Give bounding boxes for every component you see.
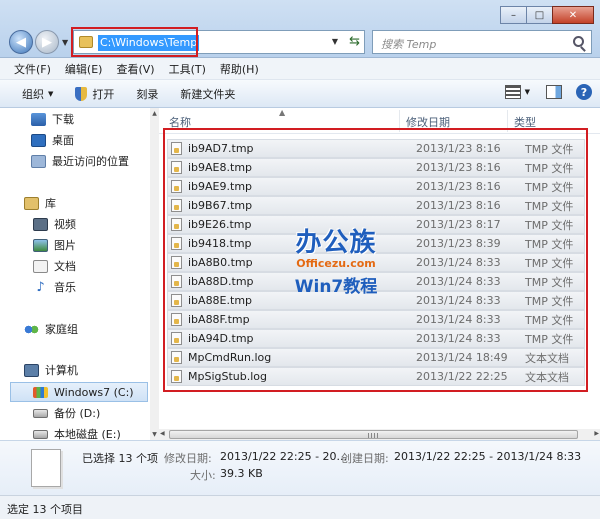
organize-label: 组织 (22, 87, 44, 101)
shield-icon (75, 86, 88, 101)
horizontal-scrollbar[interactable]: ◀ ▶ (159, 429, 600, 440)
view-options-icon[interactable] (504, 85, 521, 99)
grip-icon (368, 433, 378, 438)
sidebar-item-label: 计算机 (45, 364, 78, 377)
organize-button[interactable]: 组织 ▼ (22, 86, 53, 102)
toolbar-right: ▼ ? (504, 84, 592, 100)
address-highlight-box (71, 27, 198, 57)
search-input[interactable]: 搜索 Temp (381, 36, 436, 52)
scroll-down-icon[interactable]: ▼ (150, 431, 159, 438)
sidebar-item-label: 家庭组 (45, 323, 78, 336)
sidebar-item-label: 音乐 (54, 281, 76, 294)
drive-icon (33, 408, 48, 418)
sidebar-item-label: 图片 (54, 239, 76, 252)
maximize-button[interactable]: □ (526, 6, 553, 24)
selection-highlight-box (163, 128, 588, 392)
file-list-pane: ▲ 名称 修改日期 类型 ib9AD7.tmp 2013/1/23 8:16 T… (159, 108, 600, 440)
homegroup-icon (24, 322, 39, 336)
modified-value: 2013/1/22 22:25 - 20... (220, 450, 348, 463)
forward-button[interactable]: ▶ (35, 30, 59, 54)
title-bar: – □ ✕ ◀ ▶ ▼ C:\Windows\Temp ▼ ⇆ 搜索 Temp (0, 0, 600, 58)
burn-label: 刻录 (136, 87, 159, 101)
address-dropdown-icon[interactable]: ▼ (332, 37, 338, 46)
drive-icon (33, 429, 48, 439)
burn-button[interactable]: 刻录 (136, 86, 158, 102)
scroll-up-icon[interactable]: ▲ (150, 110, 159, 117)
size-value: 39.3 KB (220, 467, 263, 480)
picture-icon (33, 238, 48, 252)
scroll-left-icon[interactable]: ◀ (160, 430, 165, 437)
new-folder-label: 新建文件夹 (180, 87, 236, 101)
back-button[interactable]: ◀ (9, 30, 33, 54)
computer-icon (24, 363, 39, 377)
preview-pane-icon[interactable] (546, 85, 562, 99)
menu-file[interactable]: 文件(F) (14, 61, 51, 77)
new-folder-button[interactable]: 新建文件夹 (180, 86, 235, 102)
scrollbar-thumb[interactable] (169, 430, 578, 439)
music-icon: ♪ (36, 279, 45, 295)
address-bar[interactable]: C:\Windows\Temp ▼ ⇆ (71, 27, 365, 57)
size-label: 大小: (190, 469, 216, 482)
search-icon[interactable] (573, 36, 584, 47)
recent-places-icon (31, 154, 46, 168)
sidebar-item-label: Windows7 (C:) (54, 385, 134, 399)
sort-ascending-icon: ▲ (279, 108, 286, 117)
menu-view[interactable]: 查看(V) (116, 61, 154, 77)
sidebar-item-label: 最近访问的位置 (52, 155, 129, 168)
document-icon (33, 259, 48, 273)
refresh-icon[interactable]: ⇆ (349, 34, 360, 49)
help-icon[interactable]: ? (576, 84, 592, 100)
created-label: 创建日期: (341, 452, 389, 465)
open-button[interactable]: 打开 (75, 86, 114, 102)
sidebar-item-label: 下载 (52, 113, 74, 126)
menu-tools[interactable]: 工具(T) (169, 61, 206, 77)
video-icon (33, 217, 48, 231)
library-icon (24, 196, 39, 210)
details-pane: 已选择 13 个项 修改日期: 2013/1/22 22:25 - 20... … (0, 440, 600, 495)
sidebar-item-label: 桌面 (52, 134, 74, 147)
menu-bar: 文件(F) 编辑(E) 查看(V) 工具(T) 帮助(H) (0, 58, 600, 80)
view-dropdown-icon[interactable]: ▼ (525, 88, 530, 96)
windows-drive-icon (33, 386, 48, 398)
download-icon (31, 112, 46, 126)
status-bar: 选定 13 个项目 (0, 495, 600, 519)
modified-label: 修改日期: (164, 452, 212, 465)
desktop-icon (31, 133, 46, 147)
window-controls: – □ ✕ (500, 6, 594, 24)
sidebar-item-label: 文档 (54, 260, 76, 273)
navigation-pane: 下载 桌面 最近访问的位置 库 视频 图片 文档 ♪ 音乐 家庭组 计算机 Wi… (0, 108, 159, 441)
sidebar-item-label: 库 (45, 197, 56, 210)
recent-pages-dropdown[interactable]: ▼ (62, 38, 68, 47)
sidebar-item-label: 备份 (D:) (54, 407, 101, 420)
sidebar-item-label: 视频 (54, 218, 76, 231)
status-text: 选定 13 个项目 (7, 503, 83, 516)
menu-help[interactable]: 帮助(H) (220, 61, 259, 77)
command-bar: 组织 ▼ 打开 刻录 新建文件夹 ▼ ? (0, 80, 600, 108)
open-label: 打开 (92, 87, 115, 101)
multiple-files-icon (31, 449, 61, 487)
search-box[interactable]: 搜索 Temp (372, 30, 592, 54)
close-button[interactable]: ✕ (552, 6, 594, 24)
selection-count: 已选择 13 个项 (82, 452, 158, 465)
menu-edit[interactable]: 编辑(E) (65, 61, 103, 77)
created-value: 2013/1/22 22:25 - 2013/1/24 8:33 (394, 450, 582, 463)
chevron-down-icon: ▼ (48, 89, 54, 98)
sidebar-item-drive-c[interactable]: Windows7 (C:) (10, 382, 148, 402)
scroll-right-icon[interactable]: ▶ (594, 430, 599, 437)
sidebar-scrollbar[interactable]: ▲ ▼ (150, 108, 159, 440)
minimize-button[interactable]: – (500, 6, 527, 24)
